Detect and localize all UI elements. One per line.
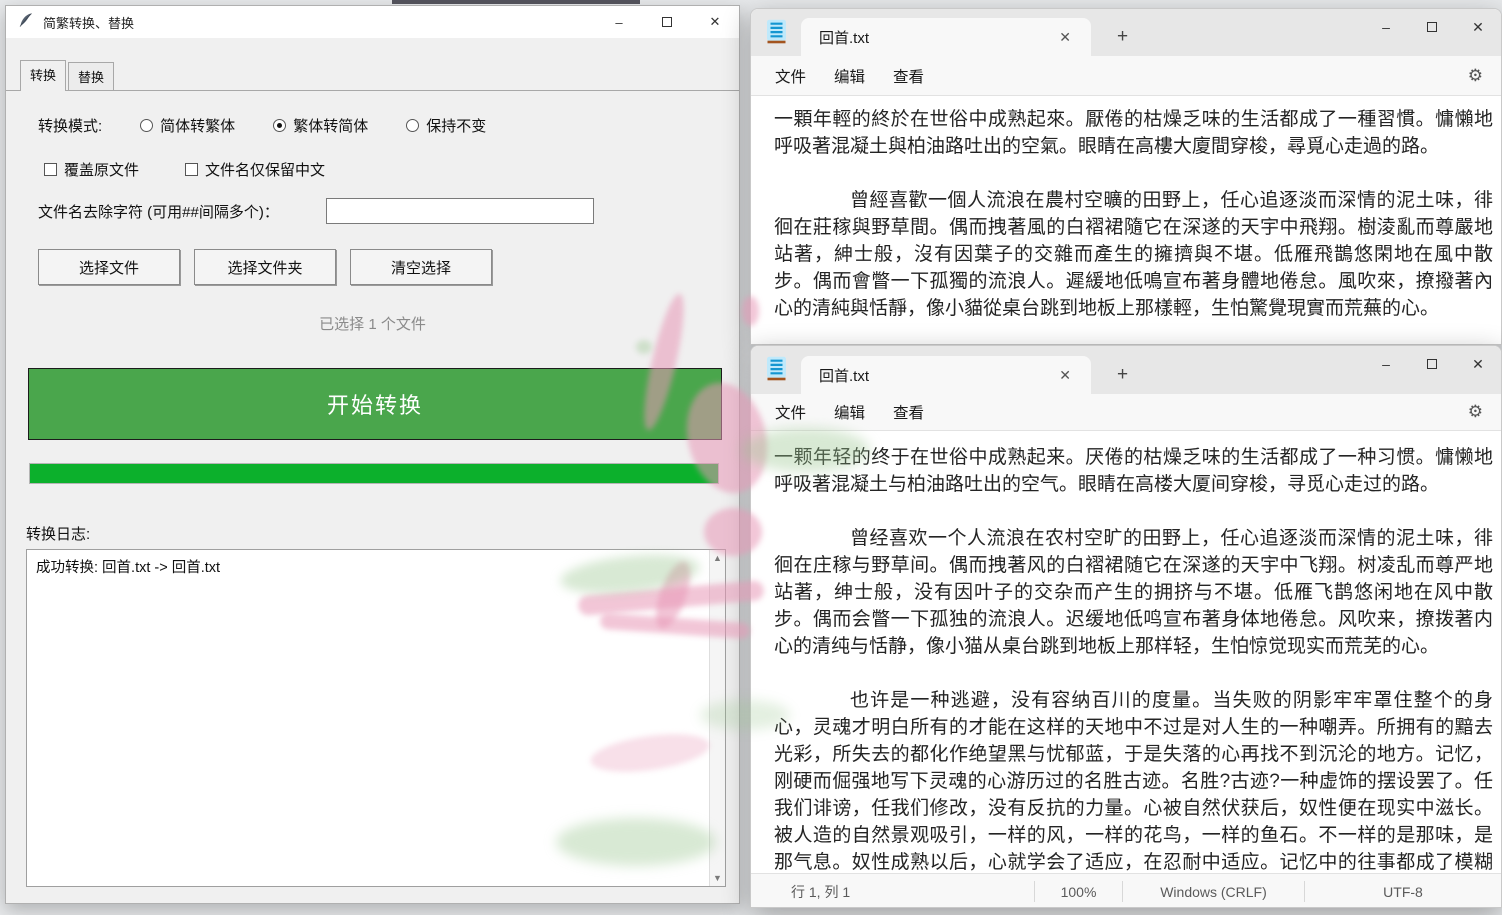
converter-body: 转换模式: 简体转繁体 繁体转简体 保持不变 覆盖原文件: [6, 91, 739, 903]
maximize-icon[interactable]: [643, 6, 691, 38]
start-convert-button[interactable]: 开始转换: [28, 368, 722, 440]
line-ending: Windows (CRLF): [1122, 881, 1304, 902]
notepad-statusbar: 行 1, 列 1 100% Windows (CRLF) UTF-8: [751, 873, 1501, 908]
converter-window: 简繁转换、替换 – ✕ 转换 替换 转换模式: 简体转繁体 繁体转简体: [5, 5, 740, 904]
checkbox-icon: [185, 163, 198, 176]
notepad-window-traditional: 回首.txt ✕ + – ✕ 文件 编辑 查看 ⚙ 一顆年輕的終於在世俗中成熟起…: [750, 8, 1502, 345]
progress-bar: [29, 463, 719, 484]
strip-chars-input[interactable]: [326, 198, 594, 224]
checkbox-filename-chinese-only[interactable]: 文件名仅保留中文: [185, 159, 325, 180]
editor-text-simplified[interactable]: 一颗年轻的终于在世俗中成熟起来。厌倦的枯燥乏味的生活都成了一种习惯。慵懒地呼吸著…: [751, 431, 1501, 873]
tab-close-icon[interactable]: ✕: [1053, 365, 1077, 386]
paragraph: 一颗年轻的终于在世俗中成熟起来。厌倦的枯燥乏味的生活都成了一种习惯。慵懒地呼吸著…: [774, 444, 1493, 498]
notepad-icon: [766, 356, 787, 386]
minimize-icon[interactable]: –: [1363, 346, 1409, 382]
radio-icon: [406, 119, 419, 132]
zoom-level: 100%: [1034, 881, 1122, 902]
new-tab-icon[interactable]: +: [1117, 364, 1128, 386]
checkbox-icon: [44, 163, 57, 176]
log-line: 成功转换: 回首.txt -> 回首.txt: [27, 550, 725, 583]
desktop: 简繁转换、替换 – ✕ 转换 替换 转换模式: 简体转繁体 繁体转简体: [0, 0, 1502, 915]
strip-chars-label: 文件名去除字符 (可用##间隔多个)：: [38, 201, 279, 222]
tab-replace[interactable]: 替换: [68, 62, 114, 90]
notepad-menubar: 文件 编辑 查看 ⚙: [751, 394, 1501, 431]
menu-edit[interactable]: 编辑: [820, 401, 879, 423]
notepad-icon: [766, 19, 787, 49]
radio-icon: [140, 119, 153, 132]
tab-close-icon[interactable]: ✕: [1053, 27, 1077, 48]
menu-view[interactable]: 查看: [879, 401, 938, 423]
radio-trad-to-simp[interactable]: 繁体转简体: [273, 115, 368, 136]
notepad-menubar: 文件 编辑 查看 ⚙: [751, 56, 1501, 96]
notepad-window-simplified: 回首.txt ✕ + – ✕ 文件 编辑 查看 ⚙ 一颗年轻的终于在世俗中成熟起…: [750, 345, 1502, 908]
gear-icon[interactable]: ⚙: [1468, 66, 1483, 86]
conversion-log[interactable]: 成功转换: 回首.txt -> 回首.txt ▲ ▼: [26, 549, 726, 887]
converter-titlebar: 简繁转换、替换 – ✕: [6, 6, 739, 38]
menu-file[interactable]: 文件: [761, 65, 820, 87]
file-tab[interactable]: 回首.txt ✕: [801, 356, 1091, 394]
mode-label: 转换模式:: [38, 115, 102, 136]
choose-file-button[interactable]: 选择文件: [38, 249, 180, 285]
menu-edit[interactable]: 编辑: [820, 65, 879, 87]
radio-simp-to-trad[interactable]: 简体转繁体: [140, 115, 235, 136]
tab-convert[interactable]: 转换: [20, 60, 66, 91]
editor-text-traditional[interactable]: 一顆年輕的終於在世俗中成熟起來。厭倦的枯燥乏味的生活都成了一種習慣。慵懶地呼吸著…: [751, 96, 1501, 345]
background-window-edge: [392, 0, 640, 4]
tab-title: 回首.txt: [819, 27, 869, 48]
log-label: 转换日志:: [26, 523, 90, 544]
clear-selection-button[interactable]: 清空选择: [350, 249, 492, 285]
close-icon[interactable]: ✕: [691, 6, 739, 38]
cursor-position: 行 1, 列 1: [751, 882, 850, 902]
progress-fill: [30, 464, 718, 483]
scrollbar-up-icon[interactable]: ▲: [710, 553, 725, 563]
paragraph: 曾经喜欢一个人流浪在农村空旷的田野上，任心追逐淡而深情的泥土味，徘徊在庄稼与野草…: [774, 525, 1493, 660]
notepad-titlebar: 回首.txt ✕ + – ✕: [751, 346, 1501, 394]
menu-file[interactable]: 文件: [761, 401, 820, 423]
close-icon[interactable]: ✕: [1455, 9, 1501, 45]
minimize-icon[interactable]: –: [595, 6, 643, 38]
selected-count-text: 已选择 1 个文件: [6, 313, 739, 334]
gear-icon[interactable]: ⚙: [1468, 402, 1483, 422]
feather-app-icon: [18, 12, 34, 33]
file-tab[interactable]: 回首.txt ✕: [801, 18, 1091, 56]
encoding: UTF-8: [1304, 881, 1501, 902]
paragraph: 也许是一种逃避，没有容纳百川的度量。当失败的阴影牢牢罩住整个的身心，灵魂才明白所…: [774, 687, 1493, 873]
window-title: 简繁转换、替换: [43, 13, 134, 32]
maximize-icon[interactable]: [1409, 346, 1455, 382]
tab-title: 回首.txt: [819, 365, 869, 386]
menu-view[interactable]: 查看: [879, 65, 938, 87]
radio-checked-icon: [273, 119, 286, 132]
log-scrollbar[interactable]: ▲ ▼: [709, 550, 725, 886]
paragraph: 一顆年輕的終於在世俗中成熟起來。厭倦的枯燥乏味的生活都成了一種習慣。慵懶地呼吸著…: [774, 106, 1493, 160]
tab-bar: 转换 替换: [6, 60, 739, 91]
radio-keep-unchanged[interactable]: 保持不变: [406, 115, 486, 136]
close-icon[interactable]: ✕: [1455, 346, 1501, 382]
choose-folder-button[interactable]: 选择文件夹: [194, 249, 336, 285]
paragraph: 曾經喜歡一個人流浪在農村空曠的田野上，任心追逐淡而深情的泥土味，徘徊在莊稼與野草…: [774, 187, 1493, 322]
new-tab-icon[interactable]: +: [1117, 26, 1128, 48]
minimize-icon[interactable]: –: [1363, 9, 1409, 45]
notepad-titlebar: 回首.txt ✕ + – ✕: [751, 9, 1501, 56]
checkbox-overwrite-original[interactable]: 覆盖原文件: [44, 159, 139, 180]
scrollbar-down-icon[interactable]: ▼: [710, 873, 725, 883]
maximize-icon[interactable]: [1409, 9, 1455, 45]
